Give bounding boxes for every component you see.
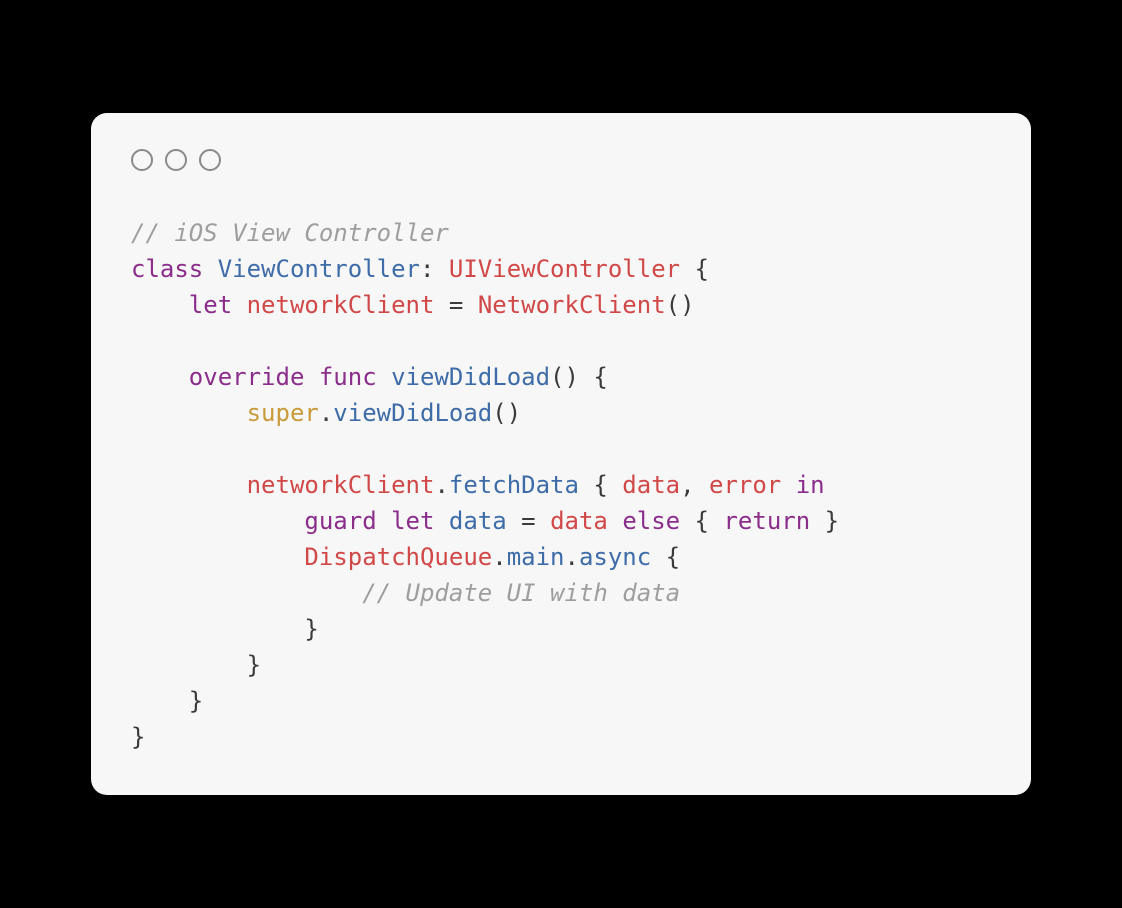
code-token: {	[651, 543, 680, 571]
code-token: let	[189, 291, 232, 319]
code-token	[131, 543, 304, 571]
code-token	[232, 291, 246, 319]
code-token: main	[507, 543, 565, 571]
code-token: networkClient	[247, 291, 435, 319]
code-token: () {	[550, 363, 608, 391]
code-token	[131, 507, 304, 535]
code-token: UIViewController	[449, 255, 680, 283]
code-token	[131, 399, 247, 427]
code-token: override	[189, 363, 305, 391]
code-token: guard	[304, 507, 376, 535]
code-token: viewDidLoad	[391, 363, 550, 391]
code-token: }	[304, 615, 318, 643]
code-token: {	[579, 471, 622, 499]
code-token: DispatchQueue	[304, 543, 492, 571]
code-token	[131, 363, 189, 391]
code-token: ()	[492, 399, 521, 427]
code-token	[131, 471, 247, 499]
code-token: let	[391, 507, 434, 535]
code-window: // iOS View Controller class ViewControl…	[91, 113, 1031, 795]
code-token: in	[796, 471, 825, 499]
code-token	[304, 363, 318, 391]
code-token	[434, 507, 448, 535]
code-token: =	[507, 507, 550, 535]
code-token	[377, 507, 391, 535]
code-token: .	[319, 399, 333, 427]
code-token	[131, 291, 189, 319]
code-token: return	[723, 507, 810, 535]
code-token: .	[492, 543, 506, 571]
code-token: viewDidLoad	[333, 399, 492, 427]
code-token: super	[247, 399, 319, 427]
code-token: {	[680, 255, 709, 283]
window-maximize-icon[interactable]	[199, 149, 221, 171]
code-token: // Update UI with data	[362, 579, 680, 607]
code-token: fetchData	[449, 471, 579, 499]
code-token: NetworkClient	[478, 291, 666, 319]
code-token: }	[131, 723, 145, 751]
code-token: data	[550, 507, 608, 535]
code-token: .	[564, 543, 578, 571]
code-token: error	[709, 471, 781, 499]
code-token	[203, 255, 217, 283]
code-token: ,	[680, 471, 709, 499]
code-token: networkClient	[247, 471, 435, 499]
code-token: data	[622, 471, 680, 499]
traffic-lights	[131, 149, 991, 171]
code-token	[131, 651, 247, 679]
window-close-icon[interactable]	[131, 149, 153, 171]
window-minimize-icon[interactable]	[165, 149, 187, 171]
code-token: async	[579, 543, 651, 571]
code-token	[131, 579, 362, 607]
code-token	[131, 687, 189, 715]
code-token	[781, 471, 795, 499]
code-token: else	[622, 507, 680, 535]
code-token: ()	[666, 291, 695, 319]
code-token: class	[131, 255, 203, 283]
code-token: }	[247, 651, 261, 679]
code-token: func	[319, 363, 377, 391]
code-token: data	[449, 507, 507, 535]
code-token	[608, 507, 622, 535]
code-token: ViewController	[218, 255, 420, 283]
code-token: {	[680, 507, 723, 535]
code-block: // iOS View Controller class ViewControl…	[131, 215, 991, 755]
code-token	[131, 615, 304, 643]
code-token: =	[434, 291, 477, 319]
code-token: .	[434, 471, 448, 499]
code-token: :	[420, 255, 449, 283]
code-token: // iOS View Controller	[131, 219, 449, 247]
code-token: }	[810, 507, 839, 535]
code-token	[377, 363, 391, 391]
code-token: }	[189, 687, 203, 715]
